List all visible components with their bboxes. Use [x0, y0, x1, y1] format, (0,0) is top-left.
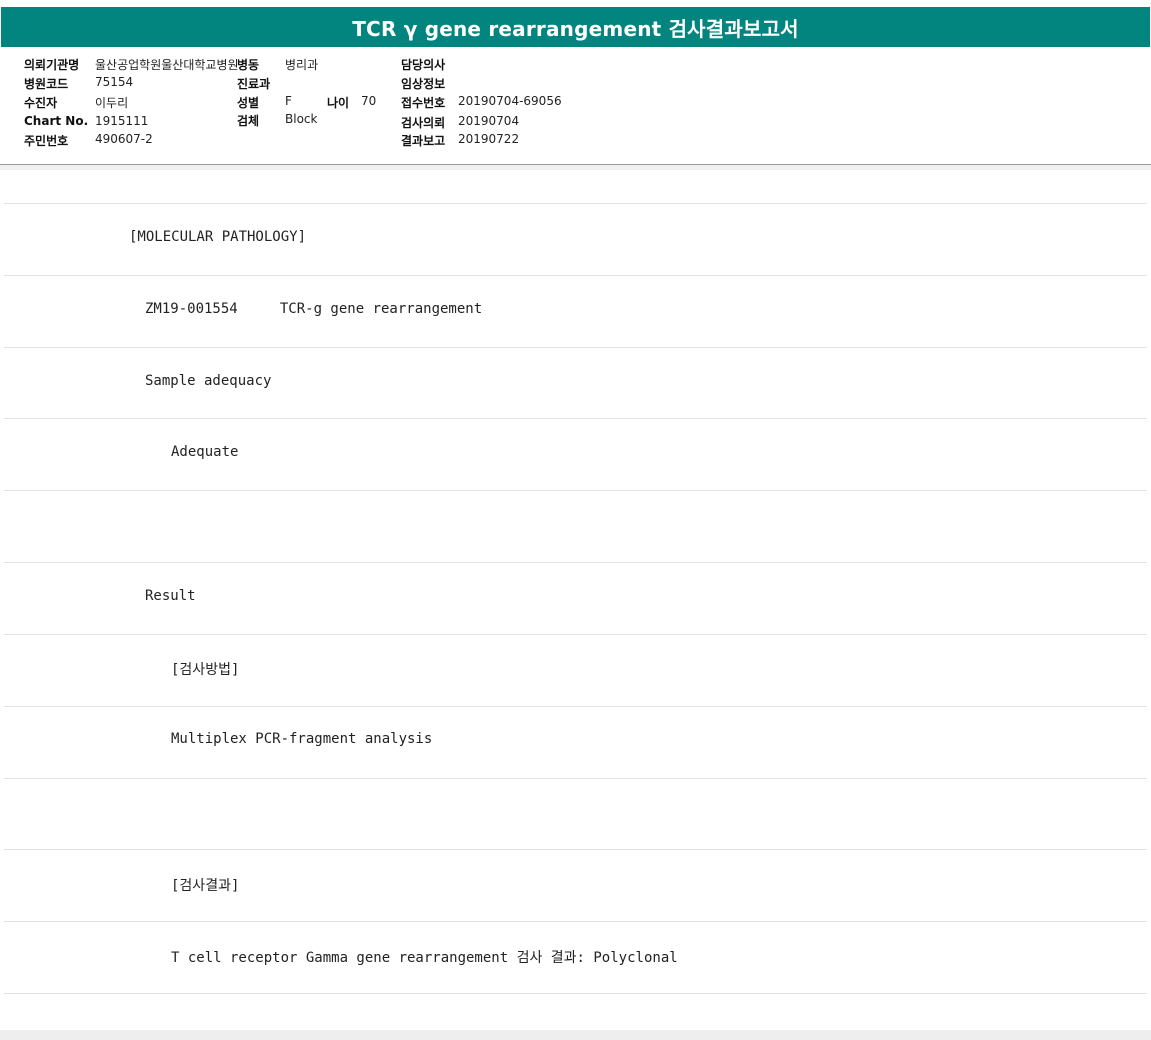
- row-divider: [4, 634, 1147, 635]
- patient-label: 수진자: [24, 96, 58, 110]
- request-date-label: 검사의뢰: [401, 116, 446, 130]
- row-divider: [4, 993, 1147, 994]
- age-value: 70: [361, 94, 377, 108]
- chart-number-value: 1915111: [95, 114, 149, 128]
- patient-value: 이두리: [95, 96, 129, 110]
- footer-strip: [0, 1030, 1151, 1040]
- report-title: TCR γ gene rearrangement 검사결과보고서: [352, 16, 799, 41]
- specimen-value: Block: [285, 112, 318, 126]
- accession-value: 20190704-69056: [458, 94, 562, 108]
- method-heading: [검사방법]: [171, 662, 240, 678]
- result-value: T cell receptor Gamma gene rearrangement…: [171, 950, 678, 966]
- hospital-code-value: 75154: [95, 75, 134, 89]
- row-divider: [4, 203, 1147, 204]
- chart-number-label: Chart No.: [24, 114, 89, 128]
- report-date-label: 결과보고: [401, 134, 446, 148]
- ward-label: 병동: [237, 58, 260, 72]
- row-divider: [4, 418, 1147, 419]
- clinical-info-label: 임상정보: [401, 77, 446, 91]
- section-heading-molecular-pathology: [MOLECULAR PATHOLOGY]: [129, 229, 307, 245]
- row-divider: [4, 490, 1147, 491]
- hospital-code-label: 병원코드: [24, 77, 69, 91]
- row-divider: [4, 562, 1147, 563]
- accession-label: 접수번호: [401, 96, 446, 110]
- result-subheading: [검사결과]: [171, 878, 240, 894]
- row-divider: [4, 921, 1147, 922]
- report-date-value: 20190722: [458, 132, 520, 146]
- resident-id-value: 490607-2: [95, 132, 153, 146]
- specimen-label: 검체: [237, 114, 260, 128]
- attending-label: 담당의사: [401, 58, 446, 72]
- report-body: [MOLECULAR PATHOLOGY] ZM19-001554 TCR-g …: [0, 170, 1151, 1030]
- sex-label: 성별: [237, 96, 260, 110]
- report-header: 의뢰기관명 울산공업학원울산대학교병원 병동 병리과 담당의사 병원코드 751…: [0, 47, 1151, 164]
- row-divider: [4, 778, 1147, 779]
- sex-value: F: [285, 94, 292, 108]
- row-divider: [4, 849, 1147, 850]
- resident-id-label: 주민번호: [24, 134, 69, 148]
- ward-value: 병리과: [285, 58, 319, 72]
- row-divider: [4, 706, 1147, 707]
- sample-adequacy-heading: Sample adequacy: [145, 373, 272, 389]
- report-title-bar: TCR γ gene rearrangement 검사결과보고서: [1, 7, 1150, 47]
- method-value: Multiplex PCR-fragment analysis: [171, 731, 433, 747]
- request-date-value: 20190704: [458, 114, 520, 128]
- requesting-institution-label: 의뢰기관명: [24, 58, 80, 72]
- row-divider: [4, 347, 1147, 348]
- specimen-id-line: ZM19-001554 TCR-g gene rearrangement: [145, 301, 483, 317]
- requesting-institution-value: 울산공업학원울산대학교병원: [95, 58, 239, 72]
- top-margin: [0, 0, 1151, 7]
- result-heading: Result: [145, 588, 196, 604]
- sample-adequacy-value: Adequate: [171, 444, 239, 460]
- age-label: 나이: [327, 96, 350, 110]
- department-label: 진료과: [237, 77, 271, 91]
- row-divider: [4, 275, 1147, 276]
